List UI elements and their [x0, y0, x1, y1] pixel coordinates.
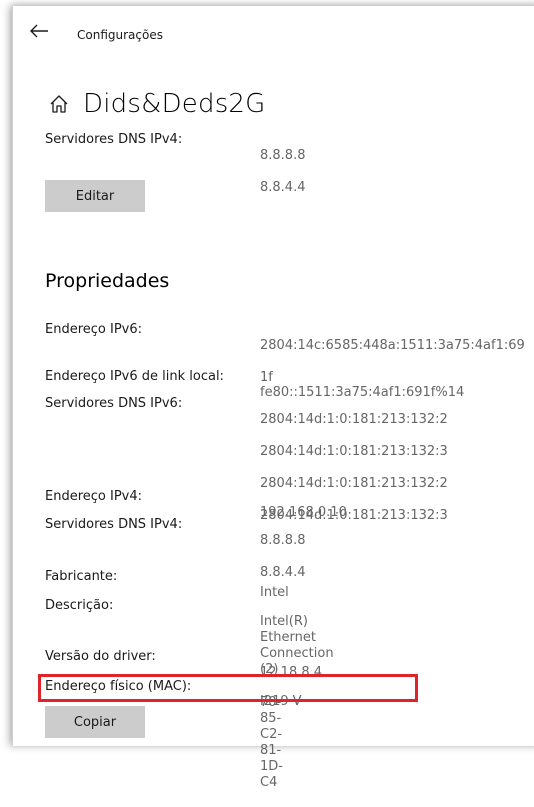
property-label: Endereço IPv6 de link local: [45, 369, 224, 384]
top-dns-value: 8.8.8.8 [260, 148, 306, 163]
edit-button[interactable]: Editar [45, 180, 145, 212]
property-label: Servidores DNS IPv4: [45, 517, 183, 532]
top-dns-label: Servidores DNS IPv4: [45, 132, 183, 147]
top-dns-values: 8.8.8.8 8.8.4.4 [260, 132, 305, 212]
property-label: Endereço IPv6: [45, 322, 143, 337]
copy-button[interactable]: Copiar [45, 706, 145, 738]
property-value-line: 2804:14d:1:0:181:213:132:2 [260, 412, 448, 427]
home-icon [50, 95, 68, 113]
title-bar: Configurações [13, 6, 534, 46]
settings-window: Configurações Dids&Deds2G Servidores DNS… [12, 6, 534, 790]
property-label: Versão do driver: [45, 649, 156, 664]
property-value-line: 2804:14d:1:0:181:213:132:3 [260, 444, 448, 459]
mac-address-value: 70-85-C2-81-1D-C4 [260, 695, 283, 790]
property-value-line: 8.8.8.8 [260, 533, 306, 548]
top-dns-value: 8.8.4.4 [260, 180, 306, 195]
property-label: Fabricante: [45, 569, 118, 584]
network-name: Dids&Deds2G [83, 89, 266, 119]
properties-title: Propriedades [45, 270, 170, 292]
property-label: Servidores DNS IPv6: [45, 396, 183, 411]
mac-highlight-box [38, 674, 418, 702]
property-label: Endereço IPv4: [45, 489, 143, 504]
property-label: Descrição: [45, 598, 114, 613]
window-title: Configurações [77, 28, 163, 42]
network-header: Dids&Deds2G [49, 84, 266, 124]
back-arrow-icon[interactable] [29, 24, 49, 38]
property-value-line: 2804:14c:6585:448a:1511:3a75:4af1:69 [260, 338, 525, 353]
